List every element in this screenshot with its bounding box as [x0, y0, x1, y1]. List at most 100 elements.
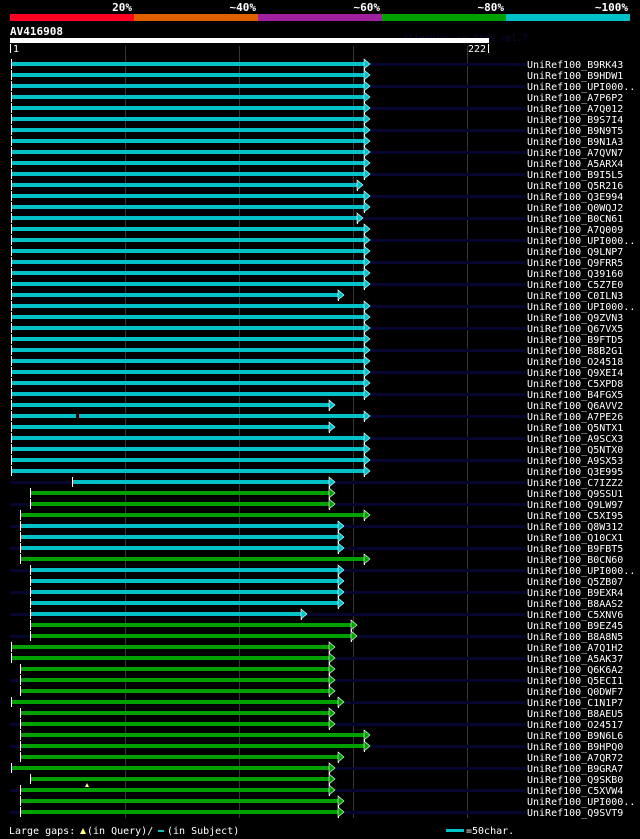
- hit-bar[interactable]: [11, 106, 364, 110]
- hit-row[interactable]: UniRef100_A7QVN7: [10, 146, 623, 159]
- hit-bar[interactable]: [11, 414, 364, 418]
- hit-row[interactable]: UniRef100_A7QR72: [20, 751, 623, 764]
- hit-label[interactable]: UniRef100_A9SCX3: [527, 434, 623, 445]
- hit-label[interactable]: UniRef100_UPI000..: [527, 797, 635, 808]
- hit-row[interactable]: UniRef100_Q0WQJ2: [11, 201, 623, 214]
- hit-label[interactable]: UniRef100_Q6AVV2: [527, 401, 623, 412]
- hit-label[interactable]: UniRef100_A7Q009: [527, 225, 623, 236]
- hit-row[interactable]: UniRef100_Q5NTX0: [11, 443, 623, 456]
- hit-label[interactable]: UniRef100_B9FTD5: [527, 335, 623, 346]
- hit-bar[interactable]: [11, 216, 357, 220]
- hit-row[interactable]: UniRef100_B4FGX5: [10, 388, 623, 401]
- hit-row[interactable]: UniRef100_Q8W312: [10, 520, 623, 533]
- hit-row[interactable]: UniRef100_B9GRA7: [10, 762, 623, 775]
- hit-row[interactable]: UniRef100_A7P6P2: [11, 91, 623, 104]
- hit-row[interactable]: UniRef100_Q10CX1: [20, 531, 623, 544]
- hit-label[interactable]: UniRef100_Q9SVT9: [527, 808, 623, 819]
- hit-label[interactable]: UniRef100_A7Q012: [527, 104, 623, 115]
- hit-label[interactable]: UniRef100_C7IZZ2: [527, 478, 623, 489]
- hit-bar[interactable]: [30, 777, 329, 781]
- hit-row[interactable]: UniRef100_A5AK37: [10, 652, 623, 665]
- hit-label[interactable]: UniRef100_B8A8N5: [527, 632, 623, 643]
- hit-bar[interactable]: [30, 579, 338, 583]
- hit-label[interactable]: UniRef100_A5AK37: [527, 654, 623, 665]
- hit-bar[interactable]: [11, 227, 364, 231]
- hit-bar[interactable]: [11, 161, 364, 165]
- hit-row[interactable]: UniRef100_C5XI95: [20, 509, 623, 522]
- hit-row[interactable]: UniRef100_B8AAS2: [30, 597, 623, 610]
- hit-bar[interactable]: [11, 150, 364, 154]
- hit-row[interactable]: UniRef100_A9SCX3: [10, 432, 623, 445]
- hit-row[interactable]: UniRef100_Q9SVT9: [10, 806, 623, 819]
- hit-bar[interactable]: [20, 546, 338, 550]
- hit-row[interactable]: UniRef100_UPI000..: [10, 234, 635, 247]
- hit-bar[interactable]: [20, 722, 329, 726]
- hit-label[interactable]: UniRef100_Q3E995: [527, 467, 623, 478]
- hit-bar[interactable]: [11, 172, 364, 176]
- hit-label[interactable]: UniRef100_B8AAS2: [527, 599, 623, 610]
- hit-row[interactable]: UniRef100_Q39160: [11, 267, 623, 280]
- hit-bar[interactable]: [11, 645, 329, 649]
- hit-row[interactable]: UniRef100_B9N9T5: [10, 124, 623, 137]
- hit-bar[interactable]: [30, 601, 338, 605]
- hit-bar[interactable]: [11, 62, 364, 66]
- hit-label[interactable]: UniRef100_A7PE26: [527, 412, 623, 423]
- hit-bar[interactable]: [11, 139, 364, 143]
- hit-bar[interactable]: [11, 447, 364, 451]
- hit-label[interactable]: UniRef100_B8AEU5: [527, 709, 623, 720]
- hit-bar[interactable]: [72, 480, 329, 484]
- hit-label[interactable]: UniRef100_Q9SSU1: [527, 489, 623, 500]
- hit-bar[interactable]: [11, 194, 364, 198]
- hit-bar[interactable]: [20, 755, 338, 759]
- hit-bar[interactable]: [20, 513, 364, 517]
- hit-row[interactable]: UniRef100_C0ILN3: [11, 289, 623, 302]
- hit-row[interactable]: UniRef100_A7Q1H2: [11, 641, 623, 654]
- hit-label[interactable]: UniRef100_Q9LNP7: [527, 247, 623, 258]
- hit-row[interactable]: UniRef100_UPI000..: [10, 80, 635, 93]
- hit-bar[interactable]: [11, 249, 364, 253]
- hit-bar[interactable]: [11, 381, 364, 385]
- hit-bar[interactable]: [11, 326, 364, 330]
- hit-row[interactable]: UniRef100_UPI000..: [20, 795, 635, 808]
- hit-row[interactable]: UniRef100_Q9SSU1: [30, 487, 623, 500]
- hit-row[interactable]: UniRef100_B9FBT5: [10, 542, 623, 555]
- hit-label[interactable]: UniRef100_UPI000..: [527, 566, 635, 577]
- hit-label[interactable]: UniRef100_Q0WQJ2: [527, 203, 623, 214]
- hit-label[interactable]: UniRef100_Q0DWF7: [527, 687, 623, 698]
- hit-label[interactable]: UniRef100_C1N1P7: [527, 698, 623, 709]
- hit-row[interactable]: UniRef100_Q9LNP7: [11, 245, 623, 258]
- hit-row[interactable]: UniRef100_C1N1P7: [10, 696, 623, 709]
- hit-bar[interactable]: [11, 117, 364, 121]
- hit-label[interactable]: UniRef100_C5XNV6: [527, 610, 623, 621]
- hit-row[interactable]: UniRef100_B8B2G1: [10, 344, 623, 357]
- hit-row[interactable]: UniRef100_Q5NTX1: [11, 421, 623, 434]
- hit-row[interactable]: UniRef100_Q5ZB07: [30, 575, 623, 588]
- hit-row[interactable]: UniRef100_Q5R216: [11, 179, 623, 192]
- hit-label[interactable]: UniRef100_Q9XEI4: [527, 368, 623, 379]
- hit-row[interactable]: UniRef100_B9HDW1: [11, 69, 623, 82]
- hit-row[interactable]: UniRef100_UPI000..: [10, 564, 635, 577]
- hit-label[interactable]: UniRef100_UPI000..: [527, 302, 635, 313]
- hit-label[interactable]: UniRef100_B9GRA7: [527, 764, 623, 775]
- hit-bar[interactable]: [11, 359, 364, 363]
- hit-bar[interactable]: [30, 612, 301, 616]
- hit-bar[interactable]: [11, 282, 364, 286]
- hit-label[interactable]: UniRef100_Q10CX1: [527, 533, 623, 544]
- hit-bar[interactable]: [30, 590, 338, 594]
- hit-bar[interactable]: [11, 370, 364, 374]
- hit-row[interactable]: UniRef100_Q9LW97: [10, 498, 623, 511]
- hit-label[interactable]: UniRef100_B0CN60: [527, 555, 623, 566]
- hit-bar[interactable]: [11, 128, 364, 132]
- hit-label[interactable]: UniRef100_Q5ZB07: [527, 577, 623, 588]
- hit-label[interactable]: UniRef100_B9I5L5: [527, 170, 623, 181]
- hit-row[interactable]: UniRef100_B9HPQ0: [10, 740, 623, 753]
- hit-label[interactable]: UniRef100_A7QR72: [527, 753, 623, 764]
- hit-label[interactable]: UniRef100_A9SX53: [527, 456, 623, 467]
- hit-row[interactable]: UniRef100_B9EZ45: [30, 619, 623, 632]
- hit-bar[interactable]: [11, 271, 364, 275]
- hit-bar[interactable]: [20, 689, 329, 693]
- hit-row[interactable]: UniRef100_B9N6L6: [20, 729, 623, 742]
- hit-bar[interactable]: [30, 491, 329, 495]
- hit-row[interactable]: UniRef100_Q9ZVN3: [11, 311, 623, 324]
- hit-label[interactable]: UniRef100_Q9SKB0: [527, 775, 623, 786]
